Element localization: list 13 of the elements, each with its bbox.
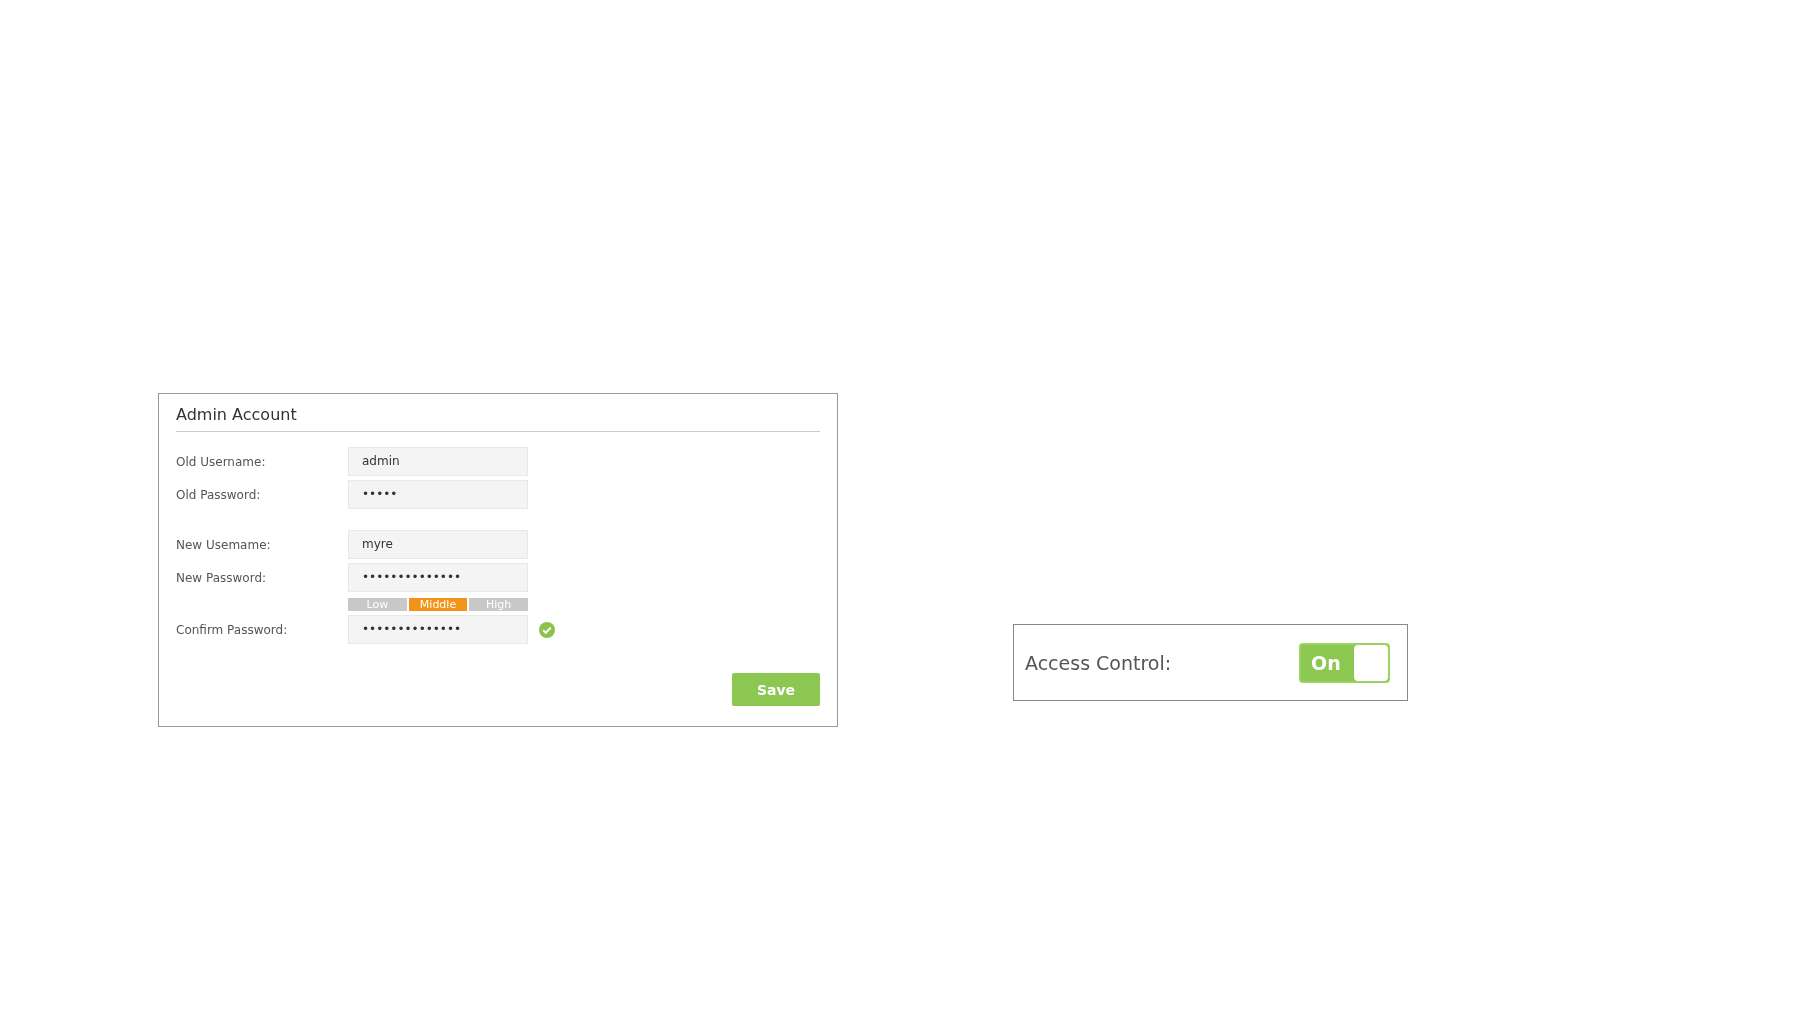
field-label: Confirm Password: — [176, 622, 289, 637]
field-label: New Password: — [176, 570, 268, 585]
input-field[interactable]: •••••••••••••• — [348, 563, 528, 592]
input-field[interactable]: •••••••••••••• — [348, 615, 528, 644]
field-label: Old Password: — [176, 487, 262, 502]
panel-title: Admin Account — [176, 404, 298, 426]
input-field[interactable]: ••••• — [348, 480, 528, 509]
field-label: Old Username: — [176, 454, 267, 469]
field-label: New Usemame: — [176, 537, 272, 552]
input-field[interactable]: admin — [348, 447, 528, 476]
input-field[interactable]: myre — [348, 530, 528, 559]
access-control-label: Access Control: — [1025, 651, 1172, 674]
strength-segment: Middle — [408, 598, 468, 611]
